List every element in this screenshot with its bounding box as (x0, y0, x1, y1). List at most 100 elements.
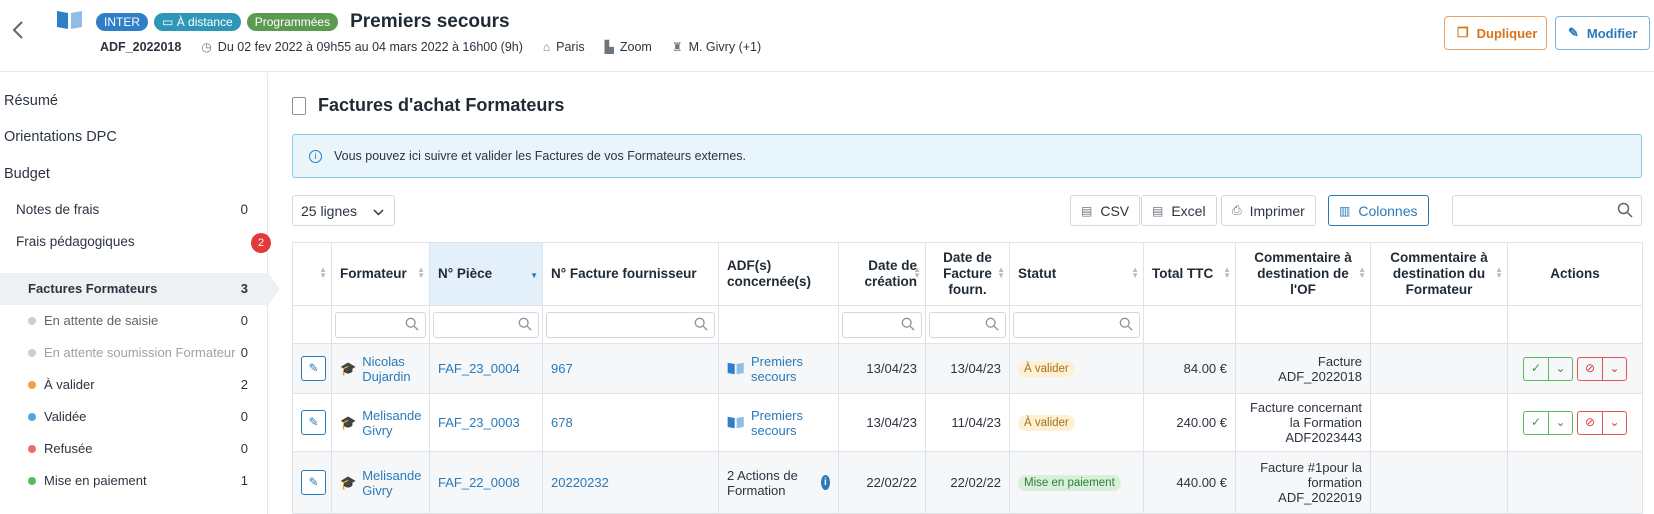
csv-label: CSV (1100, 202, 1130, 219)
print-label: Imprimer (1249, 202, 1305, 219)
col-label: Formateur (340, 266, 407, 281)
invoice-doc-icon (292, 96, 306, 115)
back-arrow-icon[interactable] (12, 20, 28, 42)
filter-cell-empty (1370, 305, 1508, 344)
edit-button[interactable]: ✎ Modifier (1555, 16, 1650, 50)
sidebar-status-en-attente-soumission[interactable]: En attente soumission Formateur 0 (28, 345, 248, 360)
sidebar-item-frais-pedagogiques[interactable]: Frais pédagogiques (16, 234, 248, 249)
info-text: Vous pouvez ici suivre et valider les Fa… (334, 149, 746, 163)
chevron-down-icon[interactable]: ⌄ (1602, 357, 1626, 380)
rows-select-value: 25 lignes (301, 202, 358, 219)
col-label: Statut (1018, 266, 1057, 281)
facture-cell: 678 (542, 393, 719, 452)
sidebar-status-refusee[interactable]: Refusée 0 (28, 441, 248, 456)
rows-per-page-select[interactable]: 25 lignes (292, 195, 395, 226)
ban-icon[interactable]: ⊘ (1578, 358, 1602, 380)
col-statut[interactable]: Statut ▲ ▼ (1009, 242, 1144, 306)
status-count: 1 (240, 473, 248, 488)
col-piece[interactable]: N° Pièce ▼ (429, 242, 543, 306)
frais-peda-label: Frais pédagogiques (16, 234, 135, 249)
sidebar: Résumé Orientations DPC Budget Notes de … (0, 73, 280, 514)
status-dot (28, 380, 36, 389)
chevron-down-icon[interactable]: ⌄ (1548, 411, 1572, 434)
facture-cell: 20220232 (542, 451, 719, 514)
filter-piece-input[interactable] (433, 311, 539, 338)
edit-label: Modifier (1586, 25, 1638, 41)
col-date-creation[interactable]: Date de création ▲ ▼ (838, 242, 926, 306)
main-content: Factures d'achat Formateurs i Vous pouve… (292, 73, 1643, 514)
facture-link[interactable]: 967 (551, 361, 573, 376)
piece-cell: FAF_23_0004 (429, 343, 543, 394)
edit-row-button[interactable]: ✎ (301, 470, 326, 495)
edit-row-button[interactable]: ✎ (301, 356, 326, 381)
actions-cell: ✓ ⌄ ⊘ ⌄ (1507, 343, 1643, 394)
col-label: Actions (1550, 266, 1600, 281)
global-search-input[interactable] (1452, 195, 1642, 226)
col-label: Date de Facture fourn. (943, 250, 992, 297)
sidebar-status-a-valider[interactable]: À valider 2 (28, 377, 248, 392)
check-icon[interactable]: ✓ (1524, 412, 1548, 434)
col-comment-of[interactable]: Commentaire à destination de l'OF ▲ ▼ (1235, 242, 1371, 306)
formateur-cell: 🎓 Nicolas Dujardin (331, 343, 430, 394)
col-facture-fournisseur[interactable]: N° Facture fournisseur (542, 242, 719, 306)
session-trainer[interactable]: M. Givry (+1) (689, 40, 762, 54)
session-location: Paris (556, 40, 585, 54)
sidebar-status-validee[interactable]: Validée 0 (28, 409, 248, 424)
chevron-down-icon[interactable]: ⌄ (1602, 411, 1626, 434)
duplicate-button[interactable]: ❐ Dupliquer (1444, 16, 1547, 50)
edit-cell: ✎ (292, 393, 332, 452)
search-icon (901, 317, 915, 334)
notes-frais-count: 0 (240, 202, 248, 217)
columns-button[interactable]: ▥ Colonnes (1328, 195, 1429, 226)
badge-distance: ▭ À distance (154, 13, 241, 31)
sidebar-item-resume[interactable]: Résumé (4, 93, 58, 109)
filter-creation-input[interactable] (842, 311, 922, 338)
sidebar-item-factures-formateurs[interactable]: Factures Formateurs 3 (0, 273, 280, 305)
excel-button[interactable]: ▤ Excel (1141, 195, 1217, 226)
section-title: Factures d'achat Formateurs (292, 95, 564, 116)
adf-link[interactable]: Premiers secours (751, 354, 830, 384)
formateur-link[interactable]: Melisande Givry (362, 468, 421, 498)
status-count: 0 (240, 409, 248, 424)
csv-file-icon: ▤ (1081, 203, 1093, 218)
piece-link[interactable]: FAF_23_0003 (438, 415, 520, 430)
adf-link[interactable]: Premiers secours (751, 408, 830, 438)
formateur-link[interactable]: Melisande Givry (362, 408, 421, 438)
col-total[interactable]: Total TTC ▲ ▼ (1143, 242, 1236, 306)
formateur-link[interactable]: Nicolas Dujardin (362, 354, 421, 384)
csv-button[interactable]: ▤ CSV (1070, 195, 1141, 226)
search-icon (518, 317, 532, 334)
edit-row-button[interactable]: ✎ (301, 410, 326, 435)
col-adf[interactable]: ADF(s) concernée(s) (718, 242, 839, 306)
status-dot (28, 412, 36, 421)
comment-of: Facture ADF_2022018 (1235, 343, 1371, 394)
piece-link[interactable]: FAF_22_0008 (438, 475, 520, 490)
sidebar-item-budget[interactable]: Budget (4, 166, 50, 182)
total-ttc: 84.00 € (1143, 343, 1236, 394)
sidebar-item-notes-frais[interactable]: Notes de frais 0 (16, 202, 248, 217)
refuse-group: ⊘ ⌄ (1577, 356, 1627, 381)
col-date-facture[interactable]: Date de Facture fourn. ▲ ▼ (925, 242, 1010, 306)
col-formateur[interactable]: Formateur ▲ ▼ (331, 242, 430, 306)
session-meta: ADF_2022018 ◷ Du 02 fev 2022 à 09h55 au 0… (100, 40, 761, 54)
print-button[interactable]: ⎙ Imprimer (1221, 195, 1316, 226)
piece-link[interactable]: FAF_23_0004 (438, 361, 520, 376)
col-comment-formateur[interactable]: Commentaire à destination du Formateur ▲ ▼ (1370, 242, 1508, 306)
search-icon (405, 317, 419, 334)
check-icon[interactable]: ✓ (1524, 358, 1548, 380)
sidebar-status-en-attente-saisie[interactable]: En attente de saisie 0 (28, 313, 248, 328)
invoice-date: 13/04/23 (925, 343, 1010, 394)
open-book-icon (56, 10, 84, 30)
facture-link[interactable]: 20220232 (551, 475, 609, 490)
filter-formateur-input[interactable] (335, 311, 426, 338)
page-header: INTER ▭ À distance Programmées Premiers … (0, 0, 1654, 72)
filter-date-fourn-input[interactable] (929, 311, 1006, 338)
info-icon[interactable]: i (820, 475, 830, 490)
facture-link[interactable]: 678 (551, 415, 573, 430)
chevron-down-icon[interactable]: ⌄ (1548, 357, 1572, 380)
sidebar-item-orientations[interactable]: Orientations DPC (4, 129, 117, 145)
filter-facture-input[interactable] (546, 311, 715, 338)
filter-statut-input[interactable] (1013, 311, 1140, 338)
ban-icon[interactable]: ⊘ (1578, 412, 1602, 434)
sidebar-status-mise-en-paiement[interactable]: Mise en paiement 1 (28, 473, 248, 488)
